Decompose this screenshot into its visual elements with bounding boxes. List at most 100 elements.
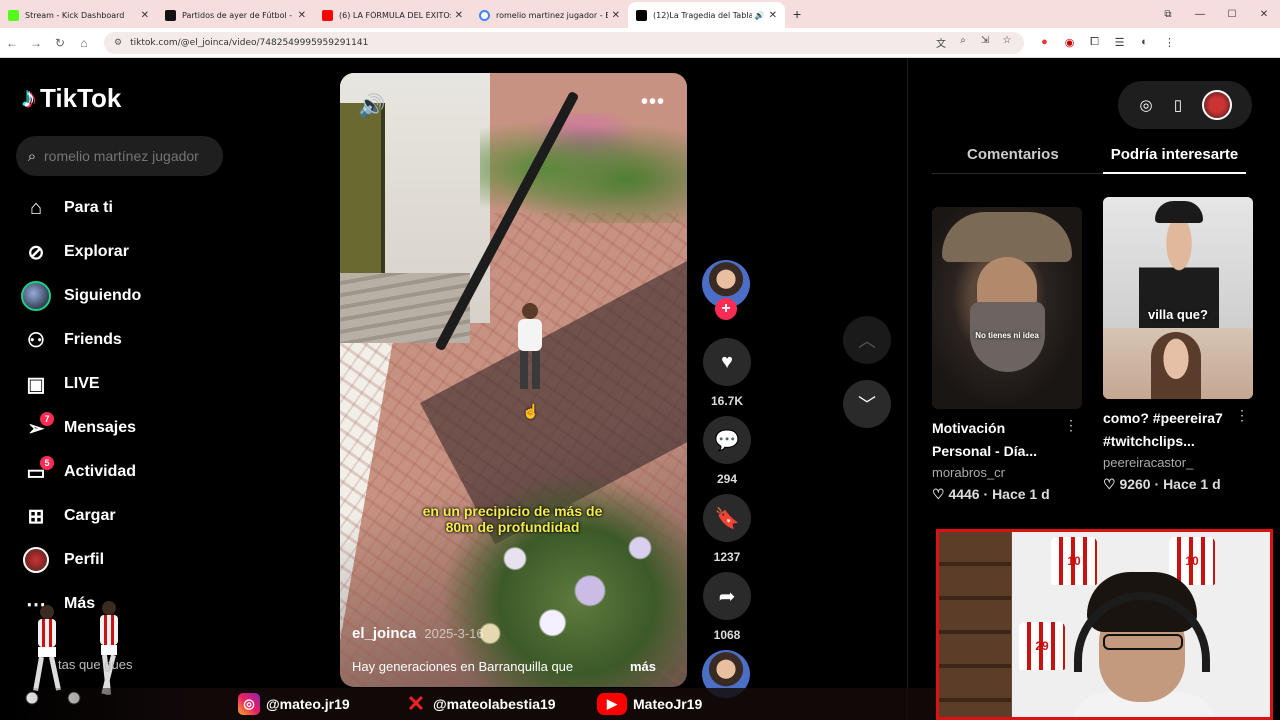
kick-favicon-icon — [8, 9, 19, 21]
sidebar-item-actividad[interactable]: ▭ 5 Actividad — [20, 450, 220, 494]
share-icon[interactable]: ➦ — [703, 572, 751, 620]
next-video-button[interactable]: ﹀ — [843, 380, 891, 428]
card-likes: 9260 — [1119, 476, 1151, 492]
tab-close-icon[interactable]: ✕ — [141, 10, 149, 21]
post-date: 2025-3-16 — [424, 626, 484, 641]
bookmark-icon[interactable]: 🔖 — [703, 494, 751, 542]
tiktok-note-icon: ♪ — [22, 82, 36, 113]
follow-plus-icon[interactable]: + — [715, 298, 737, 320]
right-tabs: Comentarios Podría interesarte — [932, 140, 1246, 174]
forward-icon[interactable]: → — [24, 36, 48, 50]
tab-comentarios[interactable]: Comentarios — [967, 140, 1059, 173]
tab-close-icon[interactable]: ✕ — [769, 10, 777, 21]
suggested-video-card[interactable]: No tienes ni idea Motivación Personal - … — [932, 207, 1082, 503]
site-info-icon[interactable]: ⚙ — [114, 38, 122, 48]
comment-action[interactable]: 💬 294 — [702, 416, 752, 486]
video-player[interactable]: ☝ 🔊 ••• en un precipicio de más de 80m d… — [340, 73, 687, 687]
minimize-button[interactable]: — — [1184, 0, 1216, 28]
sidebar-item-cargar[interactable]: ⊞ Cargar — [20, 494, 220, 538]
search-input[interactable] — [44, 148, 214, 164]
card-ago: Hace 1 d — [1163, 476, 1221, 492]
tab-close-icon[interactable]: ✕ — [298, 10, 306, 21]
card-author[interactable]: morabros_cr — [932, 465, 1082, 480]
tiktok-logo[interactable]: ♪ TikTok — [22, 82, 121, 114]
browser-tab-partidos[interactable]: Partidos de ayer de Fútbol - 36 ✕ — [157, 2, 314, 28]
sidebar-item-live[interactable]: ▣ LIVE — [20, 362, 220, 406]
browser-tab-youtube[interactable]: (6) LA FÓRMULA DEL ÉXITO: Ab ✕ — [314, 2, 471, 28]
share-count: 1068 — [713, 628, 741, 642]
opera-icon[interactable]: ◉ — [1057, 36, 1082, 49]
instagram-icon: ◎ — [238, 693, 260, 715]
card-author[interactable]: peereiracastor_ — [1103, 455, 1253, 470]
top-actions: ◎ ▯ — [1118, 81, 1252, 129]
sidebar-item-explorar[interactable]: ⊘ Explorar — [20, 230, 220, 274]
video-thumbnail[interactable]: villa que? — [1103, 197, 1253, 399]
search-box[interactable]: ⌕ — [16, 136, 223, 176]
zoom-icon[interactable]: ⌕ — [952, 35, 974, 50]
share-action[interactable]: ➦ 1068 — [702, 572, 752, 642]
profile-avatar-icon[interactable]: ◐ — [1132, 36, 1157, 49]
card-more-icon[interactable]: ⋮ — [1064, 417, 1078, 434]
browser-tab-kick[interactable]: Stream - Kick Dashboard ✕ — [0, 2, 157, 28]
install-icon[interactable]: ⇲ — [974, 35, 996, 50]
browser-tab-google[interactable]: romelio martinez jugador - Bus ✕ — [471, 2, 628, 28]
sidebar-item-siguiendo[interactable]: Siguiendo — [20, 274, 220, 318]
bookmark-star-icon[interactable]: ☆ — [996, 35, 1018, 50]
notification-badge: 5 — [40, 456, 54, 470]
browser-tab-tiktok[interactable]: (12)La Tragedia del Tablazo 🔊 ✕ — [628, 2, 785, 28]
more-link[interactable]: más — [630, 659, 656, 674]
previous-video-button[interactable]: ︿ — [843, 316, 891, 364]
menu-kebab-icon[interactable]: ⋮ — [1157, 36, 1182, 49]
plus-square-icon: ⊞ — [27, 505, 45, 528]
sidebar-item-mensajes[interactable]: ➢ 7 Mensajes — [20, 406, 220, 450]
like-action[interactable]: ♥ 16.7K — [702, 338, 752, 408]
video-more-icon[interactable]: ••• — [641, 91, 665, 114]
back-icon[interactable]: ← — [0, 36, 24, 50]
browser-tabbar: Stream - Kick Dashboard ✕ Partidos de ay… — [0, 0, 1280, 28]
tab-close-icon[interactable]: ✕ — [612, 10, 620, 21]
card-more-icon[interactable]: ⋮ — [1235, 407, 1249, 424]
save-action[interactable]: 🔖 1237 — [702, 494, 752, 564]
close-window-button[interactable]: ✕ — [1248, 0, 1280, 28]
tab-podria-interesarte[interactable]: Podría interesarte — [1102, 140, 1246, 174]
translate-icon[interactable]: 文 — [930, 35, 952, 50]
sidebar-item-perfil[interactable]: Perfil — [20, 538, 220, 582]
card-ago: Hace 1 d — [992, 486, 1050, 502]
logo-text: TikTok — [40, 82, 122, 113]
youtube-favicon-icon — [322, 9, 333, 21]
sidebar-item-label: Mensajes — [64, 419, 137, 436]
search-icon: ⌕ — [27, 147, 37, 165]
extensions-puzzle-icon[interactable]: ⧠ — [1082, 36, 1107, 49]
sidebar-item-label: Actividad — [64, 463, 137, 480]
video-person — [518, 303, 542, 389]
card-meta: ♡ 4446 · Hace 1 d — [932, 486, 1050, 502]
tab-close-icon[interactable]: ✕ — [455, 10, 463, 21]
video-thumbnail[interactable]: No tienes ni idea — [932, 207, 1082, 409]
new-tab-button[interactable]: + — [793, 6, 801, 22]
heart-icon[interactable]: ♥ — [703, 338, 751, 386]
sidebar-item-label: Para ti — [64, 199, 113, 216]
suggested-accounts-label: tas que gues — [58, 657, 133, 672]
sidebar-item-friends[interactable]: ⚇ Friends — [20, 318, 220, 362]
suggested-video-card[interactable]: villa que? como? #peereira7 #twitchclips… — [1103, 197, 1253, 493]
video-author[interactable]: el_joinca 2025-3-16 — [352, 625, 484, 642]
instagram-handle: ◎ @mateo.jr19 — [238, 693, 350, 715]
comment-icon[interactable]: 💬 — [703, 416, 751, 464]
url-bar[interactable]: ⚙ tiktok.com/@el_joinca/video/7482549995… — [104, 31, 1024, 54]
coins-icon[interactable]: ◎ — [1130, 96, 1162, 114]
card-title[interactable]: Motivación Personal - Día... — [932, 417, 1068, 463]
volume-icon[interactable]: 🔊 — [358, 93, 385, 119]
author-name[interactable]: el_joinca — [352, 625, 416, 642]
home-browser-icon[interactable]: ⌂ — [72, 36, 96, 50]
sidebar-item-para-ti[interactable]: ⌂ Para ti — [20, 186, 220, 230]
reload-icon[interactable]: ↻ — [48, 36, 72, 50]
profile-switch-icon[interactable]: ⧉ — [1152, 0, 1184, 28]
card-title[interactable]: como? #peereira7 #twitchclips... — [1103, 407, 1239, 453]
adblock-icon[interactable]: ● — [1032, 36, 1057, 49]
maximize-button[interactable]: ☐ — [1216, 0, 1248, 28]
reading-list-icon[interactable]: ☰ — [1107, 36, 1132, 49]
user-avatar[interactable] — [1202, 90, 1232, 120]
get-app-icon[interactable]: ▯ — [1162, 96, 1194, 114]
speaker-icon[interactable]: 🔊 — [755, 11, 765, 20]
creator-avatar[interactable]: + — [702, 260, 750, 320]
